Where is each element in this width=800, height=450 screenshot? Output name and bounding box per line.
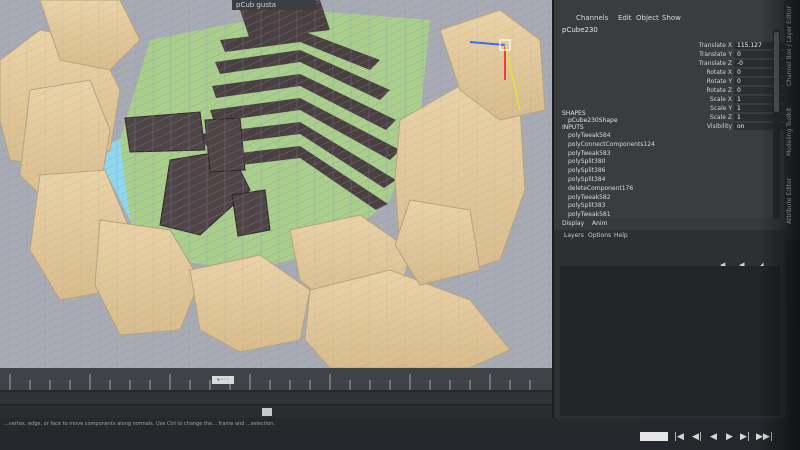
current-frame-marker[interactable]: ≈◦◦◦	[212, 376, 234, 384]
menu-show[interactable]: Show	[662, 14, 681, 22]
menu-object[interactable]: Object	[636, 14, 659, 22]
tab-channel-box[interactable]: Channel Box / Layer Editor	[786, 6, 798, 86]
attribute-name: Translate Z	[698, 60, 732, 67]
shapes-header: SHAPES	[562, 110, 586, 117]
playback-controls: |◀ ◀| ◀ ▶ ▶| ▶▶|	[630, 432, 780, 446]
attribute-name: Translate X	[698, 42, 732, 49]
menu-layers[interactable]: Layers	[564, 232, 584, 239]
input-node[interactable]: polyTweak584	[568, 132, 768, 141]
input-node[interactable]: polySplit383	[568, 202, 768, 211]
step-forward-key-icon[interactable]: ▶|	[740, 432, 750, 442]
layer-list[interactable]	[560, 266, 780, 416]
shape-node[interactable]: pCube230Shape	[562, 117, 618, 124]
side-tabs: Channel Box / Layer Editor Modeling Tool…	[784, 0, 800, 240]
attribute-row[interactable]: Scale X 1	[674, 96, 785, 105]
channel-box-scrollbar[interactable]	[773, 30, 780, 225]
shapes-section: SHAPES pCube230Shape INPUTS	[562, 110, 618, 131]
attribute-row[interactable]: Translate Y 0	[674, 51, 785, 60]
scrollbar-thumb[interactable]	[774, 32, 779, 112]
attribute-name: Rotate Z	[706, 87, 732, 94]
object-name[interactable]: pCube230	[562, 26, 598, 34]
tab-attribute-editor[interactable]: Attribute Editor	[786, 160, 798, 224]
attribute-row[interactable]: Translate Z -0	[674, 60, 785, 69]
inputs-list: polyTweak584 polyConnectComponents124 po…	[568, 132, 768, 229]
3d-viewport[interactable]: pCub gusta	[0, 0, 552, 368]
time-slider[interactable]	[0, 368, 552, 390]
attribute-name: Visibility	[706, 123, 732, 130]
attribute-row[interactable]: Rotate Z 0	[674, 87, 785, 96]
maya-screen: pCub gusta Channels Edit Object Show pCu…	[0, 0, 800, 450]
tab-anim[interactable]: Anim	[592, 220, 607, 227]
input-node[interactable]: polyTweak583	[568, 150, 768, 159]
tab-modeling-toolkit[interactable]: Modeling Toolkit	[786, 92, 798, 156]
layer-editor-menu: Layers Options Help	[554, 230, 786, 242]
menu-channels[interactable]: Channels	[576, 14, 608, 22]
menu-options[interactable]: Options	[588, 232, 611, 239]
viewport-scene	[0, 0, 552, 368]
menu-help[interactable]: Help	[614, 232, 628, 239]
attribute-name: Rotate X	[706, 69, 732, 76]
input-node[interactable]: polyConnectComponents124	[568, 141, 768, 150]
range-slider-handle[interactable]	[262, 408, 272, 416]
tab-display[interactable]: Display	[562, 220, 584, 227]
attribute-name: Translate Y	[699, 51, 732, 58]
input-node[interactable]: polySplit384	[568, 176, 768, 185]
range-slider-bar[interactable]	[0, 406, 552, 418]
go-to-start-icon[interactable]: |◀	[674, 432, 684, 442]
viewport-panel-label[interactable]: pCub gusta	[232, 0, 316, 10]
attribute-row[interactable]: Rotate Y 0	[674, 78, 785, 87]
play-forward-icon[interactable]: ▶	[726, 432, 733, 442]
step-back-key-icon[interactable]: ◀|	[692, 432, 702, 442]
attribute-name: Scale Z	[709, 114, 732, 121]
step-back-frame-icon[interactable]: ◀	[710, 432, 717, 442]
help-line: ...vertex, edge, or face to move compone…	[0, 418, 644, 430]
time-slider-ticks	[9, 374, 531, 390]
attribute-name: Scale X	[709, 96, 732, 103]
menu-edit[interactable]: Edit	[618, 14, 632, 22]
layer-tool-icons: ◀ ◀ ◢ ◢	[716, 252, 776, 288]
channel-box-menu: Channels Edit Object Show	[554, 12, 786, 26]
attribute-name: Rotate Y	[706, 78, 732, 85]
input-node[interactable]: polySplit386	[568, 167, 768, 176]
layer-editor: Display Anim Layers Options Help ◀ ◀ ◢ ◢	[552, 218, 786, 418]
attribute-row[interactable]: Scale Z 1	[674, 114, 785, 123]
input-node[interactable]: polyTweak582	[568, 194, 768, 203]
go-to-end-icon[interactable]: ▶▶|	[756, 432, 773, 442]
attribute-name: Scale Y	[710, 105, 732, 112]
attribute-row[interactable]: Rotate X 0	[674, 69, 785, 78]
layer-editor-tabs: Display Anim	[554, 218, 786, 230]
input-node[interactable]: deleteComponent176	[568, 185, 768, 194]
attribute-row[interactable]: Visibility on	[674, 123, 785, 132]
inputs-header: INPUTS	[562, 124, 584, 131]
channel-box: Channels Edit Object Show pCube230 Trans…	[552, 0, 786, 232]
attribute-row[interactable]: Scale Y 1	[674, 105, 785, 114]
range-ticks	[0, 392, 552, 404]
input-node[interactable]: polySplit380	[568, 158, 768, 167]
attribute-row[interactable]: Translate X 115.127	[674, 42, 785, 51]
